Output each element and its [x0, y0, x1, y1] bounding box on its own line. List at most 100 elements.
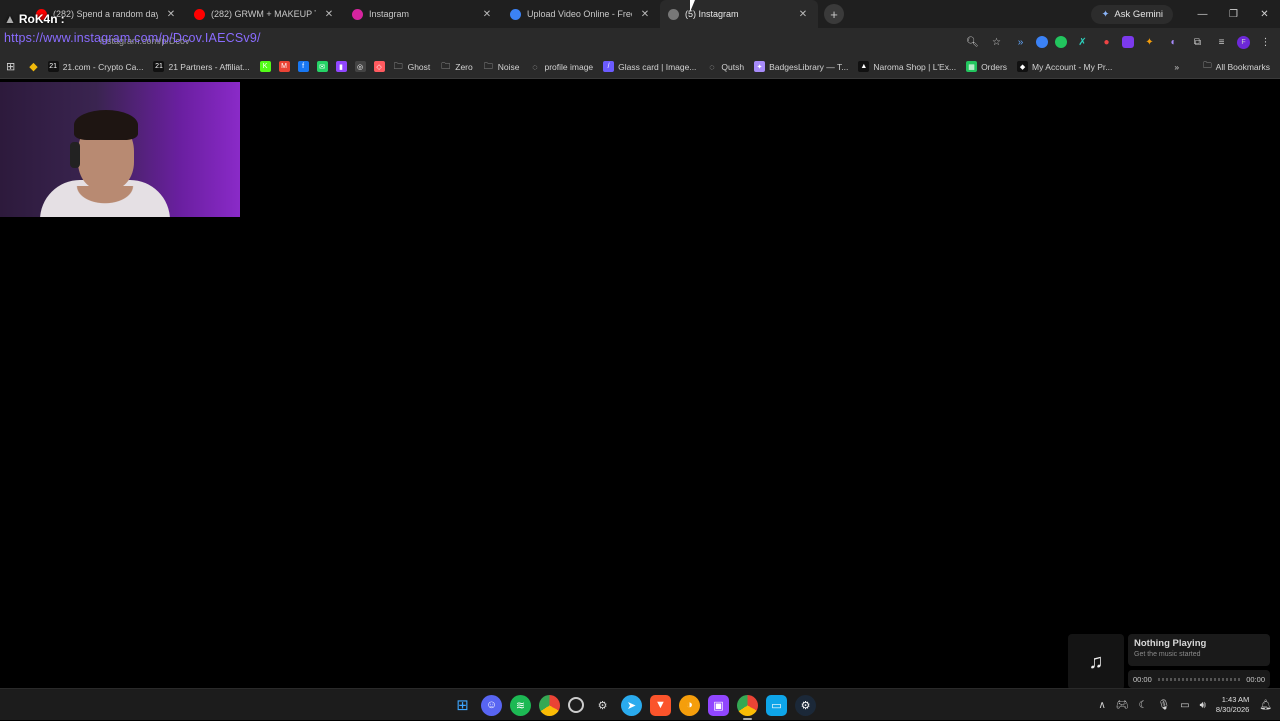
- notification-bell-icon[interactable]: 🔔︎: [1259, 700, 1272, 711]
- bookmark-label: Zero: [455, 61, 473, 72]
- bookmark-item[interactable]: K: [259, 61, 271, 72]
- close-window-icon[interactable]: ✕: [1249, 0, 1280, 28]
- bookmark-item[interactable]: 🗀︎ Noise: [483, 61, 520, 72]
- extension-orange-icon[interactable]: ✦: [1141, 34, 1158, 51]
- now-playing-progress[interactable]: 00:00 00:00: [1128, 670, 1270, 688]
- now-playing-subtitle: Get the music started: [1134, 651, 1201, 658]
- stream-url-overlay: https://www.instagram.com/p/Dcov.IAECSv9…: [4, 31, 261, 45]
- ask-gemini-button[interactable]: ✦ Ask Gemini: [1091, 4, 1173, 24]
- tab-2[interactable]: (282) GRWM + MAKEUP TIPS Y ✕: [186, 0, 344, 28]
- tray-gamepad-icon[interactable]: 🎮︎: [1116, 700, 1129, 711]
- bookmark-item[interactable]: 21 21 Partners - Affiliat...: [153, 61, 250, 72]
- tab-title: Upload Video Online - Free Vid: [527, 9, 632, 19]
- streamer-name-label: RoK4n: [18, 12, 58, 26]
- discord-icon[interactable]: ☺: [481, 694, 502, 716]
- extension-circle-icon[interactable]: [1036, 36, 1048, 48]
- tab-close-icon[interactable]: ✕: [164, 7, 178, 21]
- bookmark-label: BadgesLibrary — T...: [769, 61, 849, 72]
- extension-purple-icon[interactable]: [1122, 36, 1134, 48]
- bookmark-item[interactable]: ◇: [373, 61, 385, 72]
- tab-close-icon[interactable]: ✕: [322, 7, 336, 21]
- now-playing-track[interactable]: [1157, 677, 1241, 681]
- extension-blue-icon[interactable]: »: [1012, 34, 1029, 51]
- brave-icon[interactable]: ▼: [650, 694, 671, 716]
- tab-4[interactable]: Upload Video Online - Free Vid ✕: [502, 0, 660, 28]
- all-bookmarks-button[interactable]: 🗀︎ All Bookmarks: [1203, 60, 1270, 74]
- headset-icon: [70, 142, 80, 168]
- bookmark-item[interactable]: 🗀︎ Ghost: [393, 61, 431, 72]
- now-playing-card[interactable]: Nothing Playing Get the music started: [1128, 634, 1270, 666]
- folder-icon: 🗀︎: [441, 60, 451, 71]
- settings-gear-icon[interactable]: ⚙: [592, 695, 613, 716]
- now-playing-time-end: 00:00: [1246, 674, 1265, 684]
- steam-icon[interactable]: ⚙: [795, 694, 816, 716]
- tray-overflow-icon[interactable]: ∧: [1098, 700, 1105, 711]
- profile-avatar-icon[interactable]: F: [1237, 35, 1250, 49]
- chat-icon: ✉: [316, 61, 328, 72]
- obs-icon[interactable]: [568, 697, 584, 713]
- bookmark-item[interactable]: f: [297, 61, 309, 72]
- bookmark-item[interactable]: ✦ BadgesLibrary — T...: [754, 61, 848, 72]
- telegram-icon[interactable]: ➤: [621, 694, 642, 716]
- now-playing-time-start: 00:00: [1133, 674, 1152, 684]
- windows-start-icon[interactable]: ⊞: [452, 695, 473, 716]
- music-note-icon[interactable]: ♫: [1068, 634, 1124, 690]
- chrome-icon[interactable]: [539, 694, 560, 716]
- monitor-app-icon[interactable]: ▭: [766, 694, 787, 716]
- folder-icon: 🗀︎: [393, 60, 403, 71]
- 21-icon: 21: [47, 61, 59, 72]
- zoom-icon[interactable]: 🔍︎: [964, 34, 981, 51]
- tab-close-icon[interactable]: ✕: [638, 7, 652, 21]
- page-content: [0, 80, 1280, 688]
- clock[interactable]: 1:43 AM 8/30/2026: [1216, 695, 1249, 715]
- minimize-icon[interactable]: —: [1187, 0, 1218, 28]
- bookmark-item[interactable]: 🗀︎ Zero: [440, 60, 473, 72]
- media-icon[interactable]: ≡: [1213, 34, 1230, 51]
- loading-icon: [668, 8, 679, 20]
- bookmark-item[interactable]: ▦ Orders: [966, 61, 1007, 72]
- bookmark-item[interactable]: ▮: [335, 61, 347, 72]
- bookmark-item[interactable]: 21 21.com - Crypto Ca...: [47, 61, 143, 72]
- tab-strip: (282) Spend a random day with✕(282) GRWM…: [0, 0, 1280, 28]
- bookmark-label: Glass card | Image...: [618, 61, 697, 72]
- tray-moon-icon[interactable]: ☾: [1138, 700, 1147, 711]
- chrome-active-icon[interactable]: [737, 694, 758, 720]
- webcam-overlay: [0, 82, 240, 217]
- bookmark-item[interactable]: ◌ profile image: [529, 61, 593, 72]
- twitch-studio-icon[interactable]: ▣: [708, 694, 729, 716]
- tab-title: Instagram: [369, 9, 410, 19]
- tab-3[interactable]: Instagram ✕: [344, 0, 502, 28]
- tray-network-icon[interactable]: ▭: [1180, 700, 1189, 711]
- bookmark-item[interactable]: ◌ Qutsh: [706, 61, 744, 72]
- bookmark-item[interactable]: M: [278, 61, 290, 72]
- spotify-icon[interactable]: ≋: [510, 694, 531, 716]
- mouse-cursor-icon: [690, 0, 695, 12]
- bookmark-item[interactable]: / Glass card | Image...: [603, 61, 696, 72]
- bookmark-item[interactable]: ◎: [354, 61, 366, 72]
- bookmark-label: Qutsh: [721, 61, 745, 72]
- bookmark-item[interactable]: ▲ Naroma Shop | L'Ex...: [858, 61, 956, 72]
- menu-icon[interactable]: ⋮: [1257, 34, 1274, 51]
- slice-app-icon[interactable]: ◑: [679, 694, 700, 716]
- restore-icon[interactable]: ❐: [1218, 0, 1249, 28]
- extension-teal-icon[interactable]: ✗: [1074, 34, 1091, 51]
- tray-mic-icon[interactable]: 🎙︎: [1157, 700, 1170, 711]
- puzzle-icon[interactable]: ⧉: [1189, 34, 1206, 51]
- tab-close-icon[interactable]: ✕: [480, 7, 494, 21]
- binance-icon[interactable]: ◆: [29, 60, 37, 73]
- bookmark-item[interactable]: ✉: [316, 61, 328, 72]
- new-tab-button[interactable]: +: [824, 4, 844, 24]
- star-icon[interactable]: ☆: [988, 34, 1005, 51]
- tab-5[interactable]: (5) Instagram ✕: [660, 0, 818, 28]
- tab-title: (282) GRWM + MAKEUP TIPS Y: [211, 9, 316, 19]
- extension-red-icon[interactable]: ●: [1098, 34, 1115, 51]
- extension-green-icon[interactable]: [1055, 36, 1067, 48]
- tray-volume-icon[interactable]: 🔊︎: [1200, 700, 1206, 711]
- extension-violet-icon[interactable]: ◐: [1165, 34, 1182, 51]
- bookmarks-overflow-icon[interactable]: »: [1174, 62, 1179, 72]
- bookmark-item[interactable]: ◆ My Account - My Pr...: [1017, 61, 1112, 72]
- tab-title: (282) Spend a random day with: [53, 9, 158, 19]
- apps-icon[interactable]: ⊞: [6, 60, 15, 73]
- tab-close-icon[interactable]: ✕: [796, 7, 810, 21]
- glass-icon: /: [603, 61, 615, 72]
